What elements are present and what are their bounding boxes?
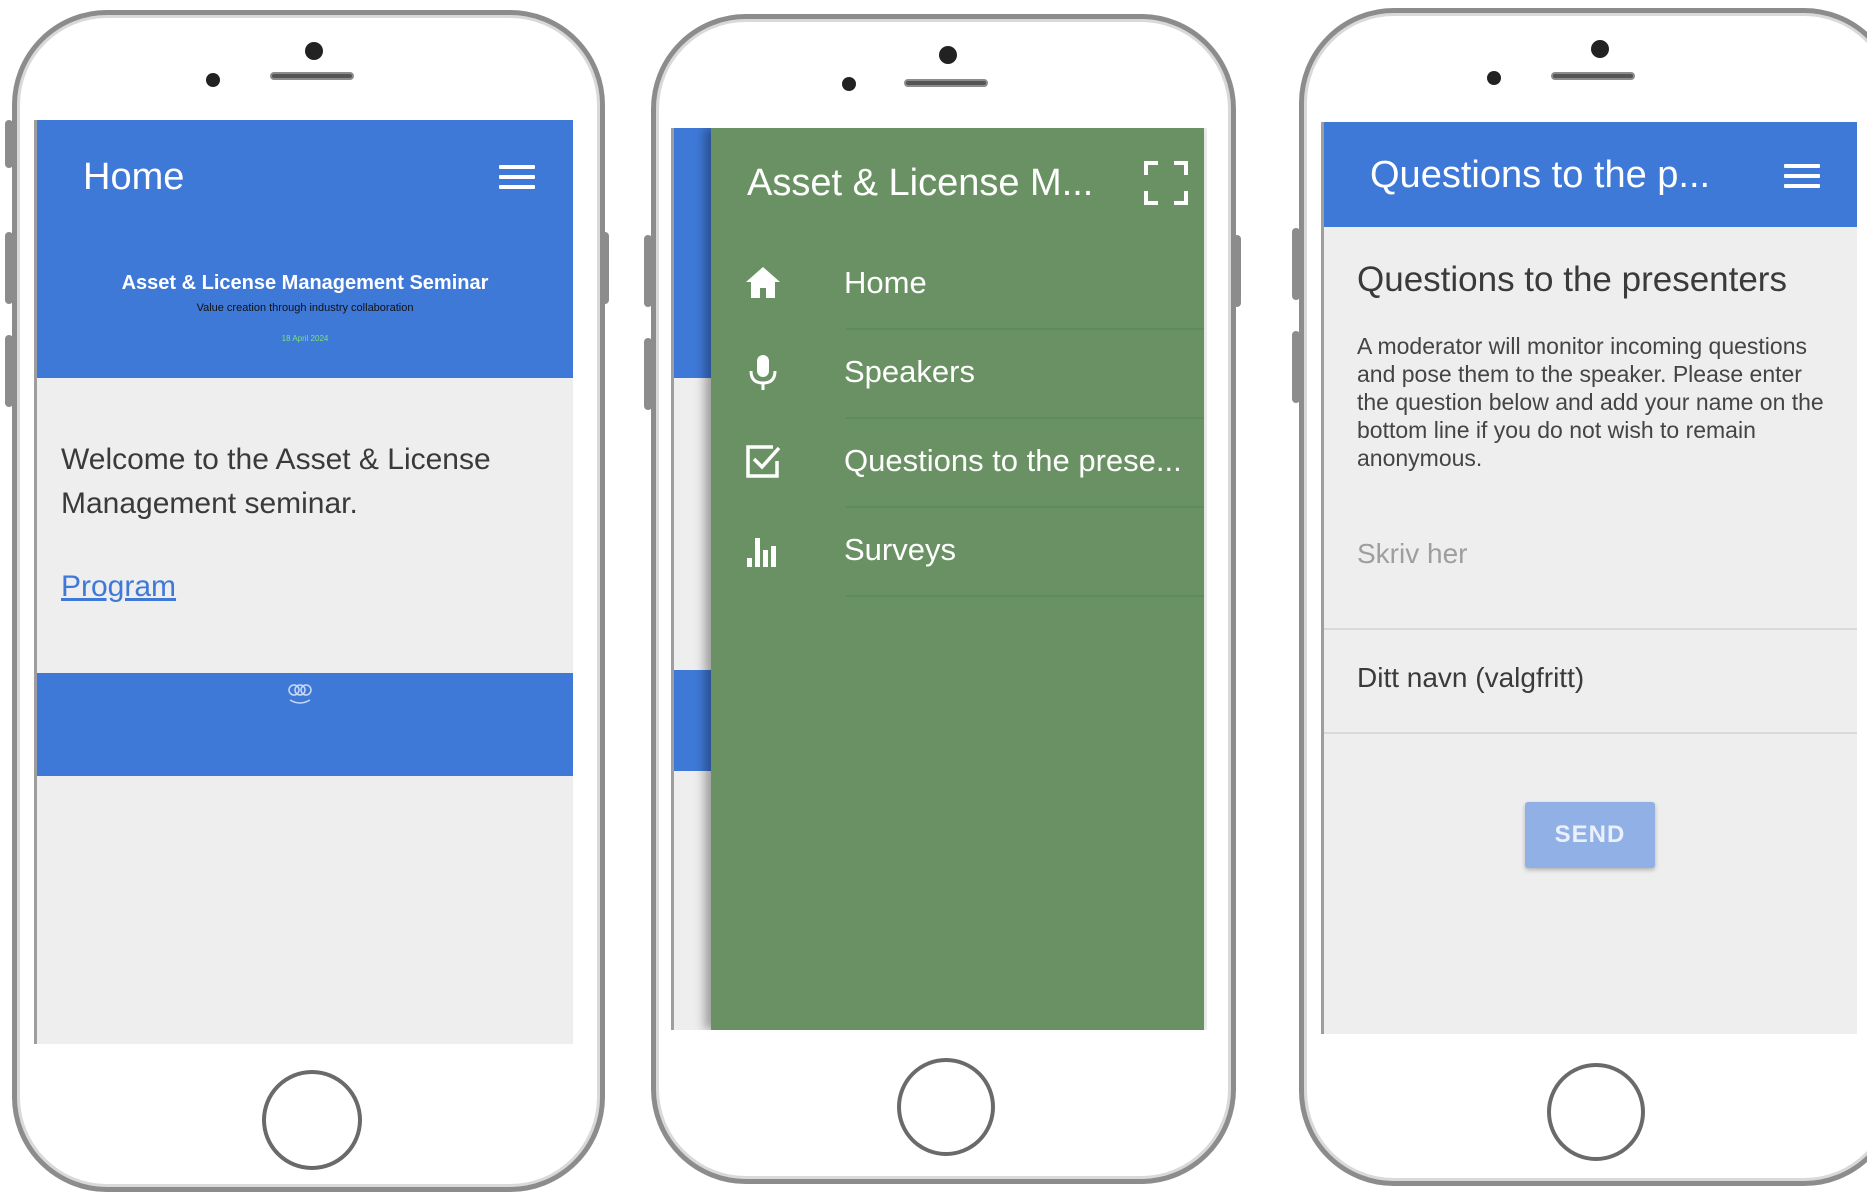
proximity-sensor	[842, 77, 856, 91]
volume-up-button	[5, 232, 13, 304]
banner-date: 18 April 2024	[281, 334, 329, 343]
fullscreen-icon[interactable]	[1143, 160, 1189, 206]
home-button[interactable]	[1547, 1063, 1645, 1161]
earpiece-speaker	[904, 79, 988, 87]
program-link[interactable]: Program	[61, 570, 176, 604]
side-button	[5, 120, 13, 168]
earpiece-speaker	[270, 72, 354, 80]
drawer-title: Asset & License M...	[747, 162, 1094, 204]
menu-screen: Asset & License M... Home Speakers Quest…	[671, 128, 1207, 1030]
hamburger-menu-icon[interactable]	[1784, 164, 1820, 188]
volume-up-button	[1292, 228, 1300, 300]
volume-down-button	[5, 335, 13, 407]
app-bar: Home Asset & License Management Seminar …	[37, 120, 573, 378]
hamburger-menu-icon[interactable]	[499, 165, 535, 189]
home-icon	[746, 267, 780, 298]
proximity-sensor	[1487, 71, 1501, 85]
home-button[interactable]	[897, 1058, 995, 1156]
welcome-text: Welcome to the Asset & License Managemen…	[61, 443, 491, 520]
banner-title: Asset & License Management Seminar	[121, 272, 489, 294]
home-button[interactable]	[262, 1070, 362, 1170]
question-input[interactable]: Skriv her	[1357, 538, 1837, 570]
questions-screen: Questions to the p... Questions to the p…	[1321, 122, 1857, 1034]
front-camera	[1591, 40, 1609, 58]
background-appbar	[674, 128, 714, 378]
menu-item-home[interactable]: Home	[711, 241, 1204, 330]
bar-chart-icon	[747, 538, 776, 567]
instructions-text: A moderator will monitor incoming questi…	[1357, 333, 1824, 471]
menu-item-questions[interactable]: Questions to the prese...	[711, 419, 1204, 508]
app-bar: Questions to the p...	[1324, 122, 1857, 227]
volume-up-button	[644, 235, 652, 307]
front-camera	[939, 46, 957, 64]
checkbox-icon	[746, 445, 781, 478]
proximity-sensor	[206, 73, 220, 87]
menu-label: Surveys	[844, 532, 956, 567]
footer-band	[37, 673, 573, 776]
page-title: Questions to the p...	[1370, 154, 1711, 196]
footer-logo-icon	[288, 684, 312, 704]
earpiece-speaker	[1551, 72, 1635, 80]
section-heading: Questions to the presenters	[1357, 260, 1787, 299]
power-button	[601, 232, 609, 304]
home-screen: Home Asset & License Management Seminar …	[34, 120, 573, 1044]
name-input-underline	[1324, 732, 1857, 734]
menu-label: Home	[844, 265, 927, 300]
volume-down-button	[1292, 331, 1300, 403]
power-button	[1233, 235, 1241, 307]
menu-item-speakers[interactable]: Speakers	[711, 330, 1204, 419]
navigation-drawer: Asset & License M... Home Speakers Quest…	[711, 128, 1204, 1030]
banner-subtitle: Value creation through industry collabor…	[196, 302, 414, 314]
menu-item-surveys[interactable]: Surveys	[711, 508, 1204, 597]
menu-label: Questions to the prese...	[844, 443, 1182, 478]
microphone-icon	[749, 355, 777, 390]
volume-down-button	[644, 338, 652, 410]
menu-label: Speakers	[844, 354, 975, 389]
page-title: Home	[83, 156, 185, 198]
name-input[interactable]: Ditt navn (valgfritt)	[1357, 662, 1837, 694]
question-input-underline	[1324, 628, 1857, 630]
send-button[interactable]: SEND	[1525, 802, 1655, 868]
background-footer	[674, 670, 714, 771]
divider	[846, 595, 1204, 597]
front-camera	[305, 42, 323, 60]
